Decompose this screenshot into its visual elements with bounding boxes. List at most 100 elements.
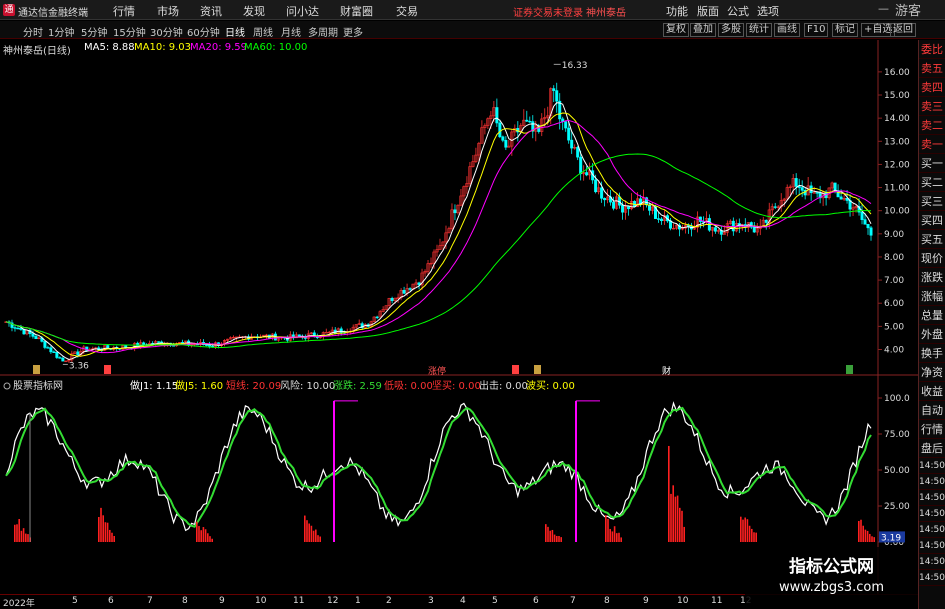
event-flag-icon[interactable] [104, 365, 111, 374]
chart-area[interactable]: 16.00 15.00 14.00 13.00 12.00 11.00 10.00 9.00 8… [0, 40, 918, 594]
toolbar-button[interactable]: 返回 [890, 23, 916, 37]
tick-time[interactable]: 14:50 [919, 522, 945, 538]
menu-item[interactable]: 资讯 [200, 3, 222, 19]
period-tab[interactable]: 5分钟 [81, 24, 107, 39]
toolbar-button[interactable]: 复权 [663, 23, 689, 37]
price-axis-label: 16.00 [884, 68, 910, 78]
tick-time[interactable]: 14:50 [919, 506, 945, 522]
indicator-bar [310, 525, 313, 542]
indicator-bar [560, 537, 562, 542]
period-tab[interactable]: 日线 [225, 24, 245, 39]
toolbar-button[interactable]: 多股 [718, 23, 744, 37]
candle-body [794, 178, 798, 187]
candle-body [157, 341, 161, 343]
x-axis-label: 3 [428, 596, 434, 606]
candle-body [76, 351, 80, 355]
indicator-bar [553, 534, 556, 542]
menu-item[interactable]: 市场 [157, 3, 179, 19]
toolbar-button[interactable]: 统计 [746, 23, 772, 37]
candle-body [764, 219, 768, 223]
watermark-title: 指标公式网 [789, 557, 874, 577]
x-axis-label: 10 [255, 596, 267, 606]
candle-body [34, 336, 38, 340]
period-toolbar: 分时 1分钟 5分钟 15分钟 30分钟 60分钟 日线 周线 月线 多周期 更多 复权 叠加 多股 统计… [0, 21, 945, 39]
indicator-current-value: 3.19 [881, 533, 901, 543]
period-tab[interactable]: 30分钟 [150, 24, 183, 39]
menu-item[interactable]: 行情 [113, 3, 135, 19]
x-axis-label: 2022年 [3, 599, 35, 609]
indicator-bar [14, 524, 16, 542]
candle-body [453, 209, 457, 214]
indicator-bar [864, 529, 867, 542]
indicator-bar [873, 537, 875, 542]
menu-item[interactable]: 发现 [243, 3, 265, 19]
candle-body [576, 147, 580, 158]
indicator-bar [211, 538, 213, 542]
indicator-bar [317, 535, 319, 542]
event-flag-icon[interactable] [846, 365, 853, 374]
period-tab[interactable]: 1分钟 [48, 24, 74, 39]
candle-body [800, 187, 804, 191]
period-tab[interactable]: 多周期 [308, 24, 338, 39]
candle-body [46, 347, 50, 349]
period-tab[interactable]: 15分钟 [113, 24, 146, 39]
tick-time[interactable]: 14:50 [919, 570, 945, 586]
quote-row-label: 净资 [919, 363, 945, 382]
toolbar-button[interactable]: 叠加 [690, 23, 716, 37]
x-axis-label: 11 [293, 596, 305, 606]
top-right-menu-item[interactable]: 公式 [727, 3, 749, 19]
candle-body [390, 298, 394, 302]
tick-time[interactable]: 盘后 [919, 439, 945, 458]
indicator-bar [545, 524, 547, 542]
event-marker-limit-up[interactable]: 涨停 [428, 365, 446, 377]
event-flag-icon[interactable] [512, 365, 519, 374]
x-axis-label: 7 [570, 596, 576, 606]
period-tab[interactable]: 更多 [343, 24, 363, 39]
indicator-bar [668, 445, 670, 542]
quote-row-label: 卖四 [919, 78, 945, 97]
indicator-value: 出击: 0.00 [479, 379, 528, 392]
event-flag-icon[interactable] [33, 365, 40, 374]
top-right-menu-item[interactable]: 版面 [697, 3, 719, 19]
period-tab[interactable]: 60分钟 [187, 24, 220, 39]
toolbar-button[interactable]: 标记 [832, 23, 858, 37]
indicator-toggle-icon[interactable] [3, 382, 11, 390]
menu-item[interactable]: 交易 [396, 3, 418, 19]
candle-body [16, 327, 20, 330]
candle-body [22, 329, 26, 335]
candle-body [55, 351, 59, 358]
tick-time[interactable]: 自动 [919, 401, 945, 420]
indicator-bar [207, 533, 209, 542]
candle-body [142, 342, 146, 346]
event-marker-finance[interactable]: 财 [662, 365, 671, 377]
quote-row-label: 卖三 [919, 97, 945, 116]
price-axis-label: 14.00 [884, 114, 910, 124]
indicator-bar [744, 517, 746, 542]
candle-body [525, 119, 529, 122]
tick-time[interactable]: 行情 [919, 420, 945, 439]
event-flag-icon[interactable] [534, 365, 541, 374]
indicator-bar [27, 534, 29, 542]
menu-item[interactable]: 财富圈 [340, 3, 373, 19]
minimize-icon[interactable]: — [878, 2, 889, 15]
tick-time[interactable]: 14:50 [919, 474, 945, 490]
menu-item[interactable]: 问小达 [286, 3, 319, 19]
candle-body [555, 90, 559, 102]
toolbar-button[interactable]: F10 [804, 23, 829, 37]
period-tab[interactable]: 月线 [281, 24, 301, 39]
tick-time[interactable]: 14:50 [919, 490, 945, 506]
period-tab[interactable]: 分时 [23, 24, 43, 39]
indicator-bar [683, 526, 685, 542]
tick-time[interactable]: 14:50 [919, 458, 945, 474]
app-title: 通达信金融终端 [18, 8, 88, 19]
top-right-menu-item[interactable]: 选项 [757, 3, 779, 19]
period-tab[interactable]: 周线 [253, 24, 273, 39]
top-right-menu-item[interactable]: 功能 [666, 3, 688, 19]
guest-button[interactable]: 游客 [895, 0, 921, 19]
tick-time[interactable]: 14:50 [919, 538, 945, 554]
toolbar-button[interactable]: 画线 [774, 23, 800, 37]
candle-body [52, 351, 56, 353]
tick-time[interactable]: 14:50 [919, 554, 945, 570]
low-price-label: 3.36 [69, 361, 89, 371]
login-warning[interactable]: 证券交易未登录 [513, 4, 583, 19]
